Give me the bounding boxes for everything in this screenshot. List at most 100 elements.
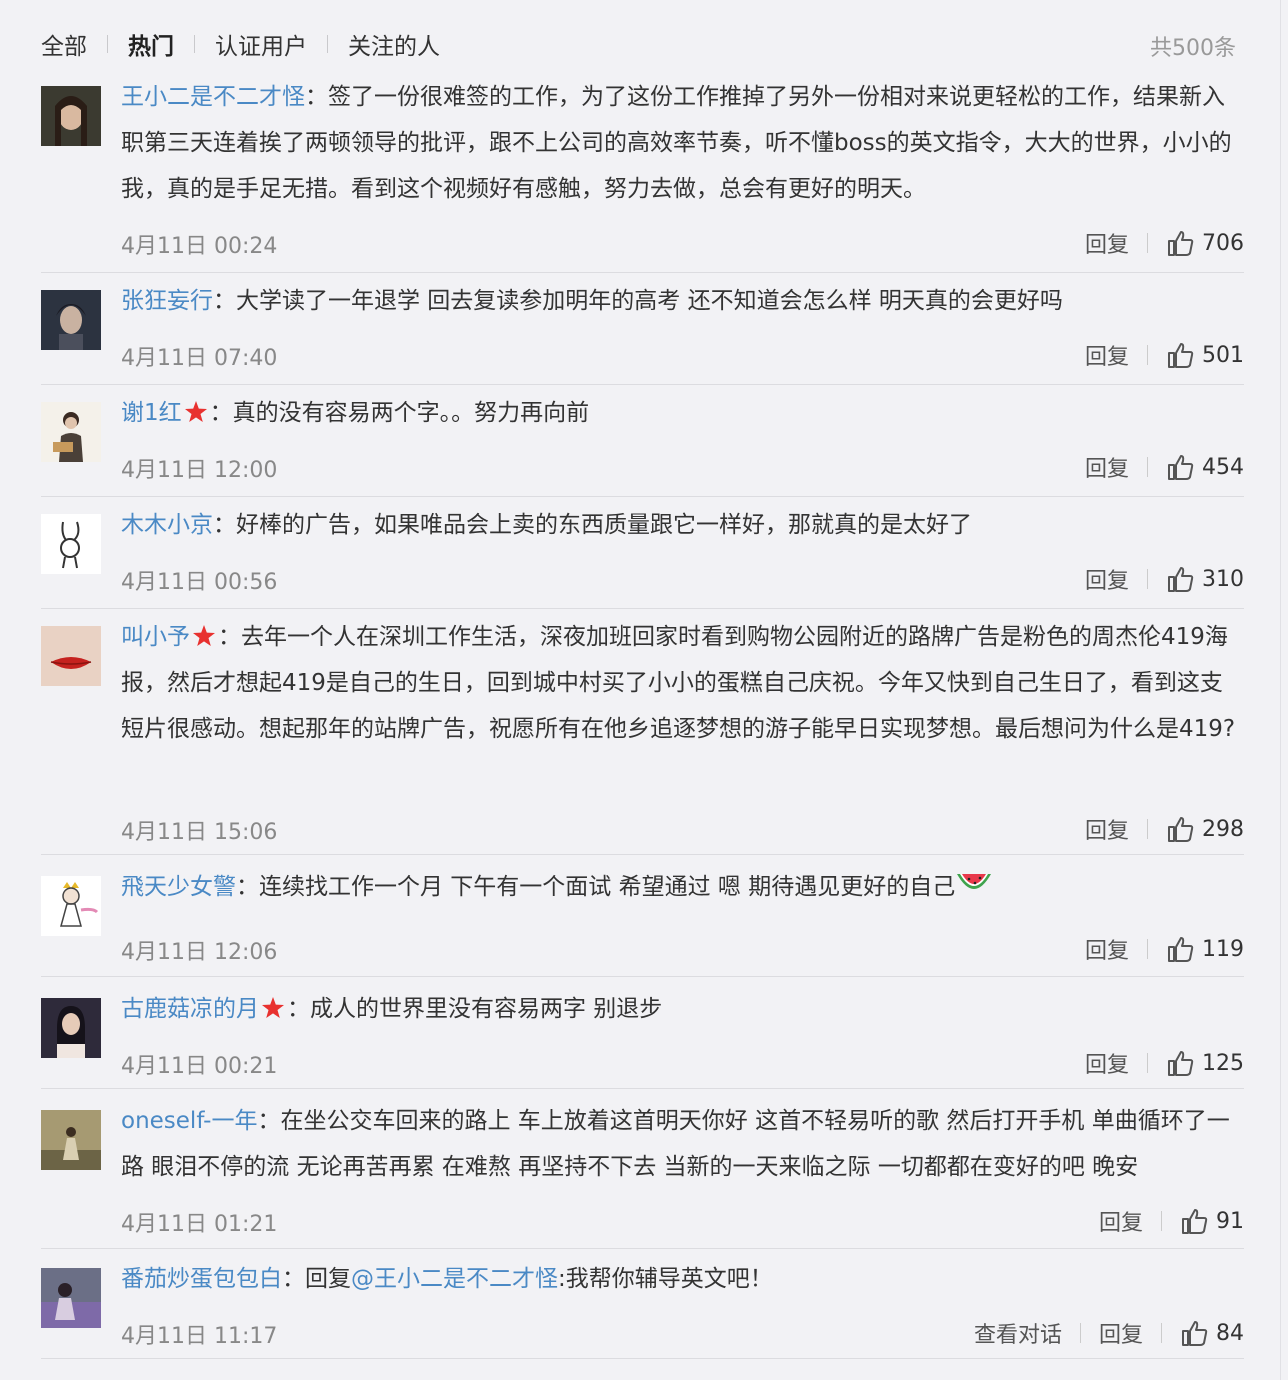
thumbs-up-icon	[1168, 1051, 1194, 1076]
action-divider	[1147, 345, 1148, 365]
comment-item: 飛天少女警：连续找工作一个月 下午有一个面试 希望通过 嗯 期待遇见更好的自己 …	[41, 874, 1244, 977]
reply-button[interactable]: 回复	[1085, 227, 1129, 259]
username-link[interactable]: 木木小京	[121, 512, 213, 538]
avatar[interactable]	[41, 1268, 101, 1328]
avatar[interactable]	[41, 402, 101, 462]
reply-button[interactable]: 回复	[1085, 1047, 1129, 1079]
like-button[interactable]: 501	[1166, 341, 1244, 369]
comment-text: 张狂妄行：大学读了一年退学 回去复读参加明年的高考 还不知道会怎么样 明天真的会…	[121, 288, 1063, 314]
comment-time: 4月11日 12:06	[121, 940, 278, 965]
comment-actions: 回复 706	[1085, 227, 1244, 259]
comment-actions: 回复 91	[1099, 1205, 1244, 1237]
action-divider	[1161, 1211, 1162, 1231]
avatar[interactable]	[41, 998, 101, 1058]
like-button[interactable]: 310	[1166, 565, 1244, 593]
total-count: 共500条	[1150, 36, 1236, 61]
comment-time: 4月11日 01:21	[121, 1212, 278, 1237]
comment-body: 飛天少女警：连续找工作一个月 下午有一个面试 希望通过 嗯 期待遇见更好的自己 …	[121, 874, 1244, 965]
view-conversation-button[interactable]: 查看对话	[974, 1317, 1062, 1349]
action-divider	[1079, 1323, 1081, 1343]
avatar[interactable]	[41, 290, 101, 350]
comment-item: 木木小京：好棒的广告，如果唯品会上卖的东西质量跟它一样好，那就真的是太好了 4月…	[41, 512, 1244, 609]
comment-time: 4月11日 00:21	[121, 1054, 278, 1079]
reply-button[interactable]: 回复	[1085, 451, 1129, 483]
comment-item: 王小二是不二才怪：签了一份很难签的工作，为了这份工作推掉了另外一份相对来说更轻松…	[41, 84, 1244, 273]
avatar[interactable]	[41, 1110, 101, 1170]
like-count: 454	[1202, 454, 1244, 480]
thumbs-up-icon	[1168, 817, 1194, 842]
avatar[interactable]	[41, 876, 101, 936]
comment-body: 番茄炒蛋包包白：回复@王小二是不二才怪:我帮你辅导英文吧！ 4月11日 11:1…	[121, 1266, 1244, 1349]
reply-button[interactable]: 回复	[1085, 813, 1129, 845]
comment-body: 王小二是不二才怪：签了一份很难签的工作，为了这份工作推掉了另外一份相对来说更轻松…	[121, 84, 1244, 259]
tab-following[interactable]: 关注的人	[348, 27, 440, 61]
like-count: 310	[1202, 566, 1244, 592]
reply-button[interactable]: 回复	[1099, 1205, 1143, 1237]
avatar[interactable]	[41, 626, 101, 686]
comment-filter-bar: 全部 热门 认证用户 关注的人 共500条	[41, 22, 1236, 66]
username-link[interactable]: oneself-一年	[121, 1108, 257, 1134]
tab-divider	[107, 35, 108, 53]
comment-text: 飛天少女警：连续找工作一个月 下午有一个面试 希望通过 嗯 期待遇见更好的自己	[121, 864, 1244, 910]
reply-button[interactable]: 回复	[1099, 1317, 1143, 1349]
reply-button[interactable]: 回复	[1085, 933, 1129, 965]
like-count: 501	[1202, 342, 1244, 368]
comment-meta: 4月11日 00:56 回复 310	[121, 563, 1244, 596]
reply-button[interactable]: 回复	[1085, 563, 1129, 595]
comment-meta: 4月11日 00:24 回复 706	[121, 227, 1244, 260]
like-button[interactable]: 298	[1166, 815, 1244, 843]
like-button[interactable]: 706	[1166, 229, 1244, 257]
reply-button[interactable]: 回复	[1085, 339, 1129, 371]
username-link[interactable]: 飛天少女警	[121, 874, 236, 900]
comment-actions: 查看对话 回复 84	[974, 1317, 1244, 1349]
comment-body: 张狂妄行：大学读了一年退学 回去复读参加明年的高考 还不知道会怎么样 明天真的会…	[121, 288, 1244, 371]
like-count: 125	[1202, 1050, 1244, 1076]
username-link[interactable]: 番茄炒蛋包包白	[121, 1266, 282, 1292]
comment-text: 王小二是不二才怪：签了一份很难签的工作，为了这份工作推掉了另外一份相对来说更轻松…	[121, 84, 1232, 202]
tab-hot[interactable]: 热门	[128, 27, 174, 61]
comment-text: 叫小予 ：去年一个人在深圳工作生活，深夜加班回家时看到购物公园附近的路牌广告是粉色…	[121, 624, 1236, 742]
comment-text: 番茄炒蛋包包白：回复@王小二是不二才怪:我帮你辅导英文吧！	[121, 1266, 773, 1292]
username-link[interactable]: 王小二是不二才怪	[121, 84, 305, 110]
comment-text: oneself-一年：在坐公交车回来的路上 车上放着这首明天你好 这首不轻易听的…	[121, 1108, 1230, 1180]
comment-item: 番茄炒蛋包包白：回复@王小二是不二才怪:我帮你辅导英文吧！ 4月11日 11:1…	[41, 1266, 1244, 1359]
like-button[interactable]: 84	[1180, 1319, 1244, 1347]
comment-body: 叫小予 ：去年一个人在深圳工作生活，深夜加班回家时看到购物公园附近的路牌广告是粉色…	[121, 624, 1244, 845]
like-button[interactable]: 91	[1180, 1207, 1244, 1235]
comments-panel: 全部 热门 认证用户 关注的人 共500条 王小二是不二才怪：签了一份很难签的工…	[0, 0, 1281, 1380]
action-divider	[1161, 1323, 1162, 1343]
comment-item: 谢1红 ：真的没有容易两个字。。努力再向前 4月11日 12:00 回复 454	[41, 400, 1244, 497]
username-link[interactable]: 叫小予	[121, 624, 190, 650]
thumbs-up-icon	[1182, 1321, 1208, 1346]
comment-actions: 回复 501	[1085, 339, 1244, 371]
action-divider	[1147, 819, 1148, 839]
tab-verified-users[interactable]: 认证用户	[215, 27, 307, 61]
comment-actions: 回复 454	[1085, 451, 1244, 483]
tab-all[interactable]: 全部	[41, 27, 87, 61]
like-button[interactable]: 125	[1166, 1049, 1244, 1077]
comment-body: oneself-一年：在坐公交车回来的路上 车上放着这首明天你好 这首不轻易听的…	[121, 1108, 1244, 1237]
like-count: 91	[1216, 1208, 1244, 1234]
avatar[interactable]	[41, 514, 101, 574]
like-count: 706	[1202, 230, 1244, 256]
like-button[interactable]: 119	[1166, 935, 1244, 963]
comment-item: 张狂妄行：大学读了一年退学 回去复读参加明年的高考 还不知道会怎么样 明天真的会…	[41, 288, 1244, 385]
comment-meta: 4月11日 15:06 回复 298	[121, 813, 1244, 846]
thumbs-up-icon	[1168, 455, 1194, 480]
like-button[interactable]: 454	[1166, 453, 1244, 481]
mention-link[interactable]: @王小二是不二才怪	[351, 1266, 558, 1292]
username-link[interactable]: 谢1红	[121, 400, 182, 426]
comment-time: 4月11日 15:06	[121, 820, 278, 845]
comment-meta: 4月11日 01:21 回复 91	[121, 1205, 1244, 1238]
action-divider	[1147, 233, 1148, 253]
username-link[interactable]: 古鹿菇凉的月	[121, 996, 259, 1022]
like-count: 119	[1202, 936, 1244, 962]
comment-time: 4月11日 00:24	[121, 234, 278, 259]
watermelon-icon	[957, 874, 992, 889]
tab-divider	[327, 35, 328, 53]
comment-meta: 4月11日 00:21 回复 125	[121, 1047, 1244, 1080]
action-divider	[1147, 457, 1148, 477]
avatar[interactable]	[41, 86, 101, 146]
username-link[interactable]: 张狂妄行	[121, 288, 213, 314]
comment-body: 木木小京：好棒的广告，如果唯品会上卖的东西质量跟它一样好，那就真的是太好了 4月…	[121, 512, 1244, 595]
